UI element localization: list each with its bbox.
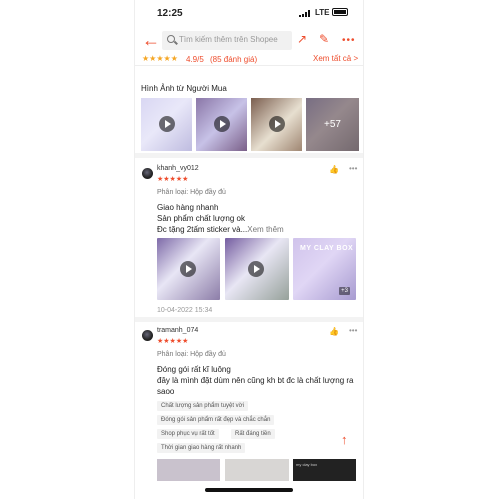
top-navigation-bar: ← Tìm kiếm thêm trên Shopee ↗ ✎ ••• <box>135 28 363 53</box>
review-text-line: Đc tặng 2tấm sticker và... <box>157 225 248 234</box>
review-stars: ★★★★★ <box>157 338 189 345</box>
search-icon <box>167 35 175 43</box>
scroll-to-top-icon[interactable]: ↑ <box>341 432 348 447</box>
edit-icon[interactable]: ✎ <box>319 32 329 46</box>
review-text-line: Đóng gói rất kĩ luông <box>157 365 231 374</box>
buyer-photo-gallery: +57 <box>141 98 359 151</box>
review-text-line: Đc tặng 2tấm sticker và...Xem thêm <box>157 225 284 234</box>
search-input[interactable]: Tìm kiếm thêm trên Shopee <box>162 31 292 50</box>
review-card: tramanh_074 ★★★★★ 👍 ••• Phân loại: Hộp đ… <box>135 326 363 466</box>
review-video-thumbnail[interactable] <box>157 238 220 300</box>
buyer-photo-2[interactable] <box>196 98 247 151</box>
review-tag: Thời gian giao hàng rất nhanh <box>157 443 246 453</box>
review-video-thumbnail[interactable] <box>225 238 289 300</box>
more-photos-count: +57 <box>306 98 359 151</box>
rating-stars: ★★★★★ <box>142 54 178 63</box>
screenshot-canvas: 12:25 LTE ← Tìm kiếm thêm trên Shopee ↗ … <box>0 0 499 499</box>
review-variant: Phân loại: Hộp đầy đủ <box>157 189 226 196</box>
signal-icon <box>299 10 311 17</box>
image-count-badge: +3 <box>339 287 350 295</box>
like-icon[interactable]: 👍 <box>329 327 339 336</box>
review-more-icon[interactable]: ••• <box>349 326 357 335</box>
review-stars: ★★★★★ <box>157 176 189 183</box>
home-indicator[interactable] <box>205 488 293 492</box>
review-tag: Shop phục vụ rất tốt <box>157 429 219 439</box>
play-icon <box>214 116 230 132</box>
review-text-line: Sản phẩm chất lượng ok <box>157 214 245 223</box>
see-all-link[interactable]: Xem tất cả > <box>313 54 358 63</box>
review-username[interactable]: tramanh_074 <box>157 327 198 334</box>
review-variant: Phân loại: Hộp đầy đủ <box>157 351 226 358</box>
buyer-photos-title: Hình Ảnh từ Người Mua <box>141 84 227 93</box>
review-card: khanh_vy012 ★★★★★ 👍 ••• Phân loại: Hộp đ… <box>135 164 363 314</box>
review-image-thumbnail[interactable] <box>225 459 289 481</box>
play-icon <box>180 261 196 277</box>
mobile-shopee-reviews-screen: 12:25 LTE ← Tìm kiếm thêm trên Shopee ↗ … <box>134 0 364 499</box>
review-more-icon[interactable]: ••• <box>349 164 357 173</box>
review-tag: Chất lượng sản phẩm tuyệt vời <box>157 401 248 411</box>
battery-icon <box>332 8 348 16</box>
clay-box-image-text: MY CLAY BOX <box>300 245 354 252</box>
review-username[interactable]: khanh_vy012 <box>157 165 199 172</box>
review-text-line: saoo <box>157 387 175 396</box>
more-icon[interactable]: ••• <box>342 35 356 46</box>
buyer-photo-more[interactable]: +57 <box>306 98 359 151</box>
review-text-line: đây là mình đặt dùm nên cũng kh bt đc là… <box>157 376 354 385</box>
search-placeholder: Tìm kiếm thêm trên Shopee <box>179 35 278 44</box>
buyer-photo-1[interactable] <box>141 98 192 151</box>
review-tag: Đóng gói sản phẩm rất đẹp và chắc chắn <box>157 415 275 425</box>
review-tag: Rất đáng tiền <box>231 429 275 439</box>
rating-count: (85 đánh giá) <box>210 55 258 64</box>
play-icon <box>269 116 285 132</box>
see-more-link[interactable]: Xem thêm <box>247 225 283 234</box>
status-bar: 12:25 LTE <box>135 0 363 26</box>
bottom-image-text: my clay box <box>296 462 318 467</box>
review-timestamp: 10-04-2022 15:34 <box>157 307 213 314</box>
rating-score: 4.9/5 <box>186 55 204 64</box>
buyer-photo-3[interactable] <box>251 98 302 151</box>
rating-summary: ★★★★★ 4.9/5 (85 đánh giá) Xem tất cả > <box>135 54 363 66</box>
review-image-thumbnail[interactable] <box>157 459 220 481</box>
network-label: LTE <box>315 8 330 17</box>
review-text-line: Giao hàng nhanh <box>157 203 219 212</box>
back-arrow-icon[interactable]: ← <box>142 31 160 49</box>
review-image-thumbnail[interactable]: my clay box <box>293 459 356 481</box>
review-image-thumbnail[interactable]: MY CLAY BOX +3 <box>293 238 356 300</box>
avatar[interactable] <box>142 330 153 341</box>
status-time: 12:25 <box>157 8 183 19</box>
like-icon[interactable]: 👍 <box>329 165 339 174</box>
section-divider <box>135 153 363 158</box>
section-divider <box>135 317 363 322</box>
play-icon <box>159 116 175 132</box>
avatar[interactable] <box>142 168 153 179</box>
share-icon[interactable]: ↗ <box>297 32 307 46</box>
play-icon <box>248 261 264 277</box>
